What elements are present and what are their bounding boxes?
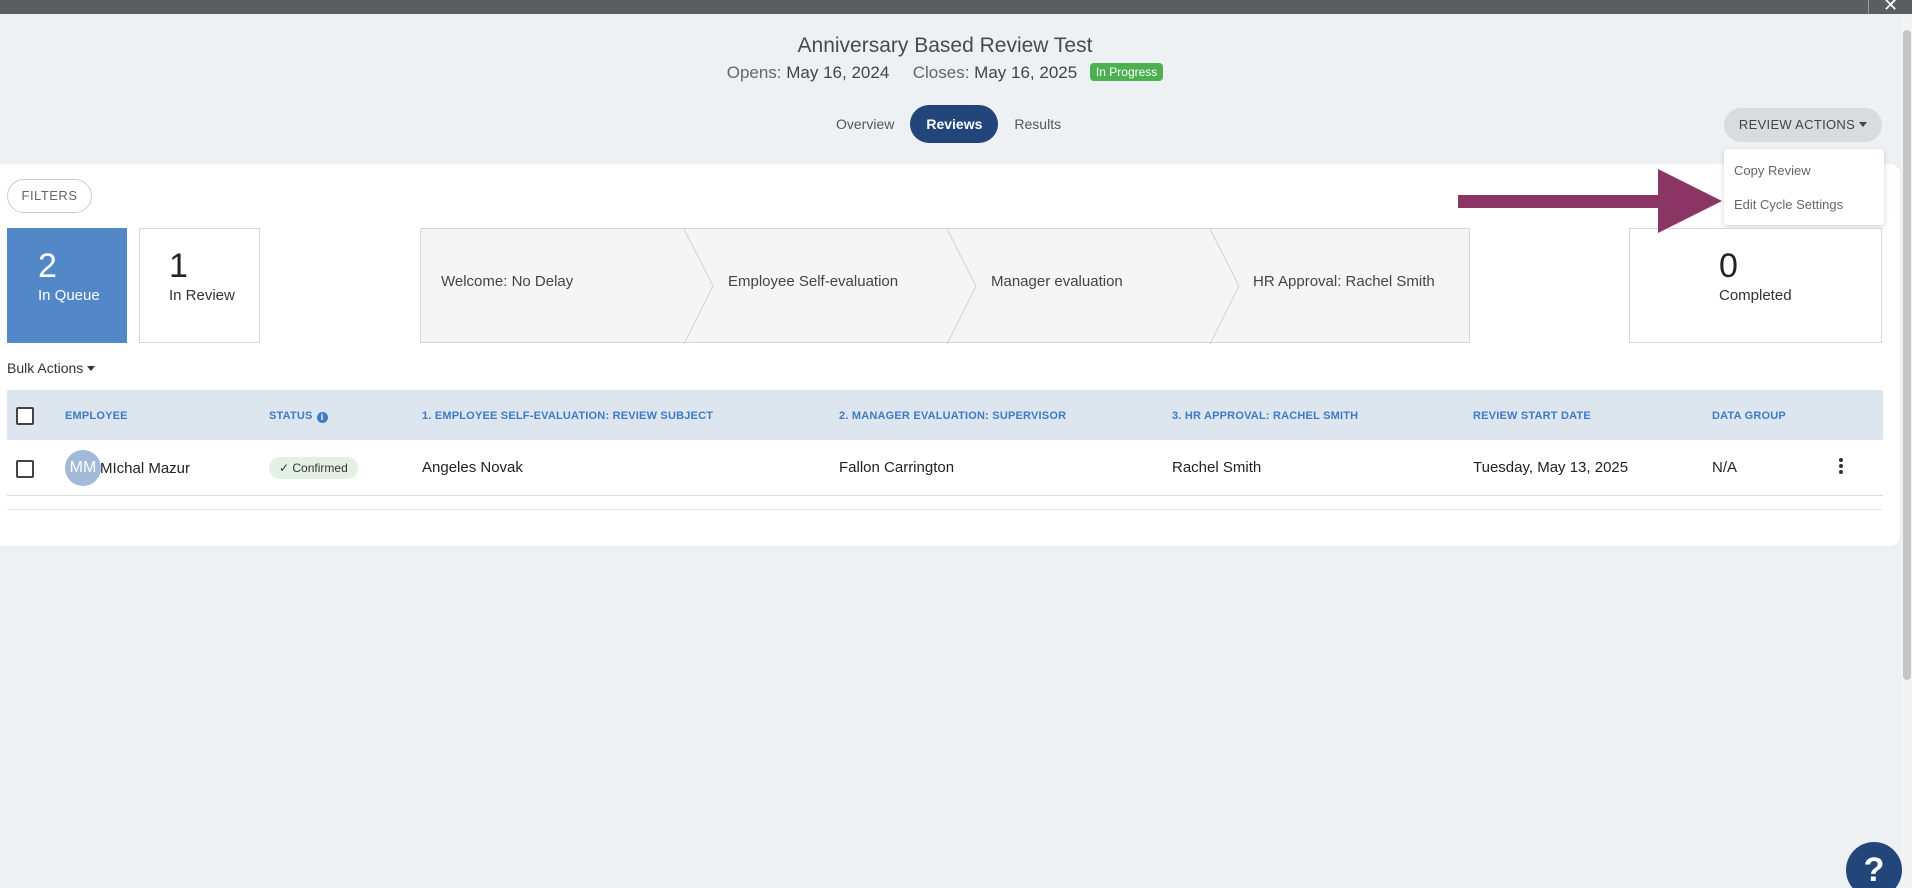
column-header-manager-evaluation[interactable]: 2. MANAGER EVALUATION: SUPERVISOR — [839, 410, 1066, 422]
tab-results[interactable]: Results — [998, 105, 1077, 143]
review-start-date: Tuesday, May 13, 2025 — [1473, 459, 1629, 476]
table-header: EMPLOYEE STATUS i 1. EMPLOYEE SELF-EVALUA… — [7, 390, 1883, 440]
check-icon: ✓ — [279, 461, 293, 475]
caret-down-icon — [87, 366, 96, 371]
column-header-review-start-date[interactable]: REVIEW START DATE — [1473, 410, 1591, 422]
column-header-data-group[interactable]: DATA GROUP — [1712, 410, 1786, 422]
scrollbar[interactable] — [1902, 14, 1912, 888]
opens-label: Opens: — [726, 63, 782, 82]
pipeline-step-manager-evaluation[interactable]: Manager evaluation — [991, 273, 1123, 290]
employee-name[interactable]: MIchal Mazur — [100, 460, 190, 477]
self-evaluation-reviewer: Angeles Novak — [422, 459, 523, 476]
hr-approval-reviewer: Rachel Smith — [1172, 459, 1262, 476]
menu-item-edit-cycle-settings[interactable]: Edit Cycle Settings — [1734, 197, 1843, 212]
filters-button[interactable]: FILTERS — [7, 179, 92, 213]
page-title: Anniversary Based Review Test — [797, 34, 1093, 57]
help-icon[interactable]: ? — [1846, 842, 1902, 888]
info-icon[interactable]: i — [316, 412, 328, 423]
tab-reviews[interactable]: Reviews — [910, 105, 999, 143]
annotation-arrow-shaft — [1458, 195, 1662, 208]
in-queue-count: 2 — [38, 247, 57, 285]
table-empty-row — [7, 496, 1883, 510]
closes-label: Closes: — [912, 63, 970, 82]
caret-down-icon — [1859, 122, 1868, 127]
avatar: MM — [65, 450, 101, 486]
more-options-icon[interactable] — [1839, 458, 1845, 476]
in-queue-card[interactable]: 2 In Queue — [7, 228, 127, 343]
pipeline-step-welcome[interactable]: Welcome: No Delay — [441, 273, 573, 290]
review-actions-button[interactable]: REVIEW ACTIONS — [1724, 108, 1882, 142]
in-review-label: In Review — [169, 287, 235, 304]
bulk-actions-label: Bulk Actions — [7, 360, 84, 376]
review-dates: Opens: May 16, 2024 Closes: May 16, 2025… — [0, 63, 1890, 83]
in-queue-label: In Queue — [38, 287, 100, 304]
completed-count: 0 — [1719, 247, 1738, 285]
tab-overview[interactable]: Overview — [820, 105, 910, 143]
status-badge-confirmed: ✓ Confirmed — [269, 457, 358, 479]
bulk-actions-dropdown[interactable]: Bulk Actions — [7, 360, 96, 376]
select-all-checkbox[interactable] — [16, 407, 34, 425]
status-badge: In Progress — [1089, 63, 1164, 81]
pipeline-step-hr-approval[interactable]: HR Approval: Rachel Smith — [1253, 273, 1435, 290]
scrollbar-thumb[interactable] — [1903, 30, 1911, 680]
completed-card[interactable]: 0 Completed — [1629, 228, 1882, 343]
pipeline-step-self-evaluation[interactable]: Employee Self-evaluation — [728, 273, 898, 290]
table-row[interactable]: MM MIchal Mazur ✓ Confirmed Angeles Nova… — [7, 440, 1883, 496]
completed-label: Completed — [1719, 287, 1792, 304]
data-group-value: N/A — [1712, 459, 1738, 476]
manager-evaluation-reviewer: Fallon Carrington — [839, 459, 955, 476]
column-header-employee[interactable]: EMPLOYEE — [65, 410, 128, 422]
column-header-hr-approval[interactable]: 3. HR APPROVAL: RACHEL SMITH — [1172, 410, 1358, 422]
review-actions-menu: Copy Review Edit Cycle Settings — [1724, 149, 1884, 225]
column-header-self-evaluation[interactable]: 1. EMPLOYEE SELF-EVALUATION: REVIEW SUBJ… — [422, 410, 713, 422]
review-steps-pipeline: Welcome: No Delay Employee Self-evaluati… — [420, 228, 1470, 344]
closes-date: May 16, 2025 — [974, 63, 1078, 82]
tab-bar: Overview Reviews Results — [820, 105, 1077, 143]
in-review-count: 1 — [169, 247, 188, 285]
column-header-status[interactable]: STATUS i — [269, 410, 328, 423]
top-bar — [0, 0, 1912, 14]
in-review-card[interactable]: 1 In Review — [139, 228, 260, 343]
annotation-arrow-icon — [1658, 169, 1722, 233]
row-checkbox[interactable] — [16, 460, 34, 478]
menu-item-copy-review[interactable]: Copy Review — [1734, 163, 1811, 178]
review-actions-label: REVIEW ACTIONS — [1738, 117, 1856, 132]
close-icon[interactable]: ✕ — [1868, 0, 1912, 14]
opens-date: May 16, 2024 — [786, 63, 890, 82]
